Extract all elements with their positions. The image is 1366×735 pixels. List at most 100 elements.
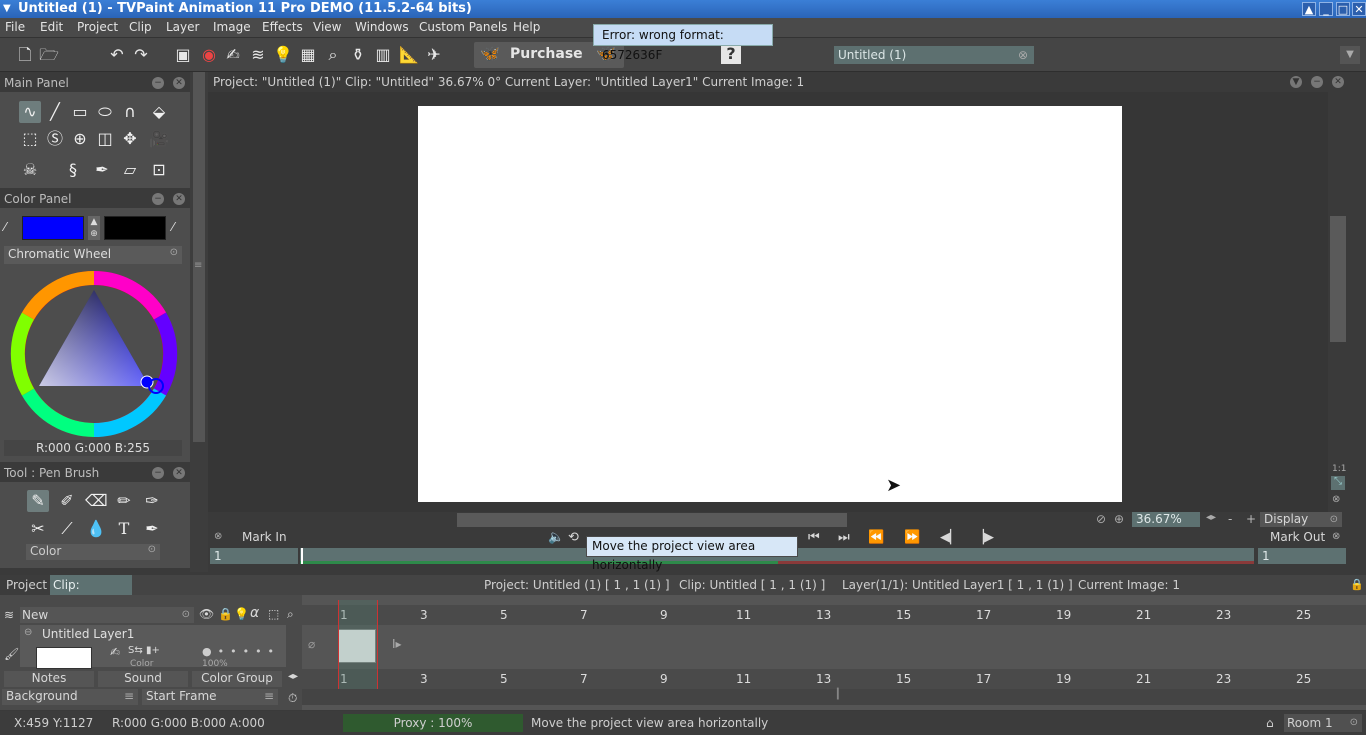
menu-file[interactable]: File — [5, 20, 25, 34]
transform-tool-icon[interactable]: ◫ — [94, 128, 116, 150]
color-group-tab[interactable]: Color Group — [192, 671, 282, 687]
redo-icon[interactable]: ↷ — [130, 44, 152, 66]
timeline-zoom-icon[interactable]: ⌕ — [287, 607, 294, 622]
frame-number[interactable]: 23 — [1216, 608, 1231, 622]
pen-brush-icon[interactable]: ✎ — [27, 490, 49, 512]
maximize-icon[interactable]: □ — [1336, 2, 1350, 16]
zoom-field[interactable]: 36.67% — [1132, 512, 1200, 527]
move-tool-icon[interactable]: ✥ — [119, 128, 141, 150]
frame-ruler-bottom[interactable]: 1 3 5 7 9 11 13 15 17 19 21 23 25 — [302, 669, 1366, 689]
new-document-icon[interactable]: 🗋 — [14, 44, 36, 66]
next-frame-icon[interactable]: ▕▶ — [974, 530, 994, 545]
brush-mode-dropdown[interactable]: Color ⊙ — [26, 544, 160, 560]
left-panel-splitter[interactable]: ≡ — [190, 72, 208, 572]
mark-in-icon[interactable]: ⊗ — [214, 531, 222, 542]
panel-minimize-icon[interactable]: − — [152, 77, 164, 89]
drawing-canvas[interactable] — [418, 106, 1122, 502]
layer-name[interactable]: Untitled Layer1 — [42, 627, 134, 641]
knife-brush-icon[interactable]: ⟋ — [56, 518, 78, 540]
paper-tool-icon[interactable]: ▱ — [119, 159, 141, 181]
frame-number[interactable]: 5 — [500, 672, 508, 686]
special-brush-icon[interactable]: ✒ — [141, 518, 163, 540]
menu-effects[interactable]: Effects — [262, 20, 303, 34]
frame-number[interactable]: 17 — [976, 608, 991, 622]
frame-number[interactable]: 21 — [1136, 608, 1151, 622]
mark-in-field[interactable]: 1 — [210, 548, 298, 564]
lightbulb-icon[interactable]: 💡 — [272, 44, 294, 66]
home-icon[interactable]: ⌂ — [1266, 711, 1274, 735]
panel-close-icon[interactable]: ✕ — [173, 77, 185, 89]
curve-tool-icon[interactable]: ∩ — [119, 101, 141, 123]
eyedropper-icon[interactable]: ⁄ — [4, 220, 20, 236]
close-tab-icon[interactable]: ⊗ — [1018, 46, 1028, 64]
timeline-lock-icon[interactable]: 🔒 — [1350, 575, 1364, 595]
panel-close-icon[interactable]: ✕ — [173, 467, 185, 479]
help-icon[interactable]: ? — [721, 44, 741, 64]
undo-icon[interactable]: ↶ — [106, 44, 128, 66]
select-shape-icon[interactable]: Ⓢ — [44, 128, 66, 150]
eyedropper-right-icon[interactable]: ⁄ — [172, 220, 174, 234]
ratio-icon[interactable]: 1:1 — [1332, 464, 1346, 474]
warp-tool-icon[interactable]: § — [62, 159, 84, 181]
menu-clip[interactable]: Clip — [129, 20, 152, 34]
vertical-scrollbar[interactable]: 1:1 ⤡ ⊗ — [1328, 92, 1348, 512]
frame-number[interactable]: 21 — [1136, 672, 1151, 686]
scissors-brush-icon[interactable]: ✂ — [27, 518, 49, 540]
open-folder-icon[interactable]: 🗁 — [38, 44, 60, 66]
add-image-icon[interactable]: ▮+ — [146, 645, 160, 656]
new-layer-dropdown[interactable]: New ⊙ — [20, 607, 194, 623]
text-tool-icon[interactable]: T — [113, 518, 135, 540]
rewind-icon[interactable]: ⏪ — [868, 530, 884, 545]
chromatic-wheel[interactable] — [8, 268, 180, 440]
ellipse-tool-icon[interactable]: ⬭ — [94, 101, 116, 123]
window-menu-icon[interactable]: ▼ — [3, 0, 11, 18]
frame-number[interactable]: 25 — [1296, 672, 1311, 686]
frame-number[interactable]: 25 — [1296, 608, 1311, 622]
tab-clip-timeline[interactable]: Clip: Timeline — [50, 575, 132, 612]
last-frame-icon[interactable]: ⏭ — [838, 530, 850, 545]
color-mode-dropdown[interactable]: Chromatic Wheel ⊙ — [4, 246, 182, 264]
frame-number[interactable]: 11 — [736, 608, 751, 622]
color-dots[interactable]: ●••••• — [202, 645, 280, 658]
select-rect-icon[interactable]: ⬚ — [19, 128, 41, 150]
rotate-icon[interactable]: ⊘ — [1096, 512, 1106, 526]
line-tool-icon[interactable]: ╱ — [44, 101, 66, 123]
hold-icon[interactable]: I▸ — [392, 637, 402, 651]
camera-tool-icon[interactable]: 🎥 — [148, 128, 170, 150]
selection-icon[interactable]: ⬚ — [268, 607, 279, 621]
search-icon[interactable]: ⌕ — [322, 44, 344, 66]
frame-number[interactable]: 15 — [896, 672, 911, 686]
panel-scrollbar[interactable] — [193, 72, 205, 442]
display-dropdown[interactable]: Display ⊙ — [1260, 512, 1342, 527]
alpha-icon[interactable]: α — [250, 605, 259, 621]
previous-frame-icon[interactable]: ◀▏ — [940, 530, 960, 545]
toolbox-icon[interactable]: ▣ — [172, 44, 194, 66]
background-dropdown[interactable]: Background ≡ — [2, 689, 138, 705]
timeline-scroll-grip-icon[interactable]: ▕▏ — [830, 689, 845, 700]
frame-number[interactable]: 9 — [660, 672, 668, 686]
fit-view-icon[interactable]: ⤡ — [1331, 476, 1345, 490]
playhead[interactable] — [301, 548, 303, 564]
shade-icon[interactable]: ▲ — [1302, 2, 1316, 16]
layer-collapse-icon[interactable]: ⊖ — [24, 627, 32, 638]
layer-thumbnail[interactable] — [36, 647, 92, 669]
sketch-icon[interactable]: S⇆ — [128, 645, 143, 656]
color-wheel-icon[interactable]: ◉ — [198, 44, 220, 66]
frame-number[interactable]: 13 — [816, 672, 831, 686]
mark-in-label[interactable]: Mark In — [242, 530, 287, 544]
speaker-icon[interactable]: 🔈 — [548, 530, 564, 545]
frame-number[interactable]: 15 — [896, 608, 911, 622]
ruler-icon[interactable]: 📐 — [398, 44, 420, 66]
empty-frame-icon[interactable]: ⌀ — [308, 637, 315, 651]
brush-pot-icon[interactable]: ⚱ — [347, 44, 369, 66]
marker-brush-icon[interactable]: ✏ — [113, 490, 135, 512]
panel-minimize-icon[interactable]: − — [152, 467, 164, 479]
layer-row[interactable]: ⊖ Untitled Layer1 ✍ S⇆ ▮+ ●••••• Color 1… — [20, 625, 286, 669]
fast-forward-icon[interactable]: ⏩ — [904, 530, 920, 545]
tab-project[interactable]: Project — [0, 575, 50, 595]
rectangle-tool-icon[interactable]: ▭ — [69, 101, 91, 123]
panel-close-icon[interactable]: ✕ — [173, 193, 185, 205]
minimize-icon[interactable]: _ — [1319, 2, 1333, 16]
frame-number[interactable]: 19 — [1056, 608, 1071, 622]
menu-help[interactable]: Help — [513, 20, 540, 34]
